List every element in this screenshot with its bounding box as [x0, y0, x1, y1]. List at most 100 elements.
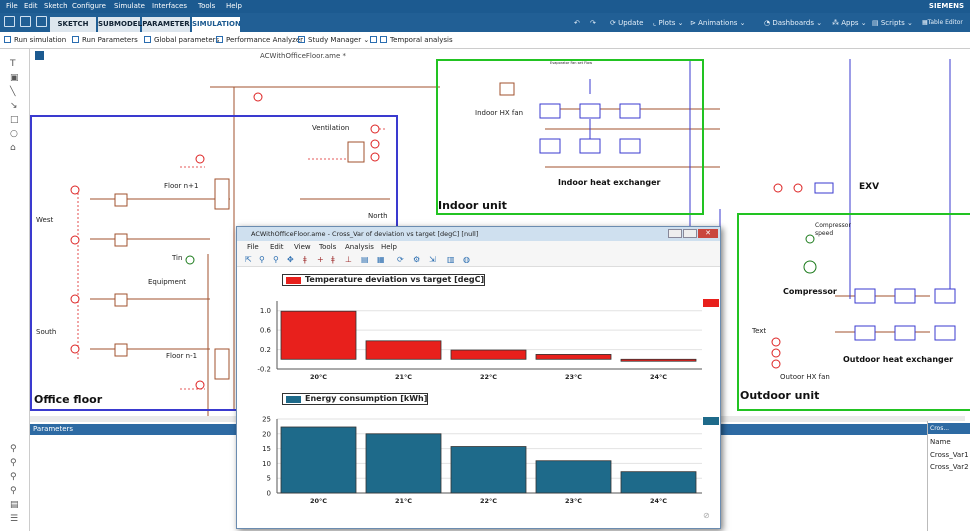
color-icon[interactable]: ◍	[463, 255, 470, 264]
performance-analyzer-button[interactable]: Performance Analyzer	[216, 36, 303, 44]
global-parameters-label: Global parameters	[154, 36, 220, 44]
menu-sketch[interactable]: Sketch	[44, 2, 68, 10]
update-button[interactable]: ⟳ Update	[610, 19, 643, 27]
zoom-out-plot-icon[interactable]: ⚲	[273, 255, 279, 264]
plot-menu-help[interactable]: Help	[381, 243, 397, 251]
close-button[interactable]: ✕	[698, 229, 718, 238]
floor-nm1-label: Floor n-1	[166, 352, 198, 360]
pan-icon[interactable]: ✥	[287, 255, 294, 264]
chart1-legend-label: Temperature deviation vs target [degC]	[305, 275, 485, 284]
save-icon[interactable]	[36, 16, 47, 27]
global-parameters-button[interactable]: Global parameters	[144, 36, 219, 44]
apps-button[interactable]: ⁂ Apps ⌄	[832, 19, 867, 27]
line-tool-icon[interactable]: ╲	[10, 88, 19, 97]
run-parameters-button[interactable]: Run Parameters	[72, 36, 138, 44]
zoom-out-icon[interactable]: ⚲	[10, 459, 19, 468]
new-file-icon[interactable]	[4, 16, 15, 27]
menu-edit[interactable]: Edit	[24, 2, 38, 10]
evaporator-tiny-label: Evaporator Fan set Flow	[550, 61, 593, 65]
shape-menu-icon[interactable]: ⌂	[10, 144, 19, 153]
scripts-button[interactable]: ▤ Scripts ⌄	[872, 19, 913, 27]
plot-window[interactable]: ACWithOfficeFloor.ame - Cross_Var of dev…	[236, 226, 721, 529]
animations-button[interactable]: ⊳ Animations ⌄	[690, 19, 746, 27]
signal-node-12	[793, 183, 803, 193]
x-tick-label: 21°C	[395, 373, 412, 381]
dashboards-label: Dashboards	[772, 19, 814, 27]
y-tick-label: 0.2	[260, 346, 271, 354]
measure-icon[interactable]: ǂ	[331, 255, 335, 264]
temperature-deviation-chart[interactable]: 1.0 0.6 0.2 -0.2 20°C 21°C 22°C 23°C 24°C	[237, 289, 722, 384]
menu-tools[interactable]: Tools	[198, 2, 215, 10]
plot-menu-analysis[interactable]: Analysis	[345, 243, 374, 251]
arrow-tool-icon[interactable]: ↘	[10, 102, 19, 111]
plot-menu-bar: File Edit View Tools Analysis Help	[237, 241, 720, 253]
ellipse-tool-icon[interactable]: ○	[10, 130, 19, 139]
menu-help[interactable]: Help	[226, 2, 242, 10]
x-tick-label: 23°C	[565, 373, 582, 381]
plot-menu-edit[interactable]: Edit	[270, 243, 284, 251]
list-view-icon[interactable]: ☰	[10, 515, 19, 524]
plot-menu-tools[interactable]: Tools	[319, 243, 336, 251]
temporal-analysis-button[interactable]: Temporal analysis	[370, 36, 453, 44]
level-icon[interactable]: ⊥	[345, 255, 352, 264]
add-cursor-icon[interactable]: +	[317, 255, 324, 264]
zoom-icon[interactable]: ⚲	[259, 255, 265, 264]
x-tick-label: 23°C	[565, 497, 582, 505]
menu-configure[interactable]: Configure	[72, 2, 106, 10]
siemens-logo: SIEMENS	[928, 2, 964, 10]
indoor-unit-title: Indoor unit	[438, 199, 507, 212]
bar	[365, 340, 442, 360]
outdoor-hx-fan-label: Outoor HX fan	[780, 373, 830, 381]
study-manager-button[interactable]: Study Manager ⌄	[298, 36, 369, 44]
table-editor-button[interactable]: ▦Table Editor	[922, 19, 963, 26]
minimize-button[interactable]	[668, 229, 682, 238]
performance-analyzer-label: Performance Analyzer	[226, 36, 304, 44]
plot-menu-file[interactable]: File	[247, 243, 259, 251]
maximize-button[interactable]	[683, 229, 697, 238]
histogram-icon[interactable]: ▥	[447, 255, 455, 264]
cross-var-row-1[interactable]: Cross_Var1	[930, 451, 969, 459]
menu-interfaces[interactable]: Interfaces	[152, 2, 187, 10]
print-icon[interactable]: ▤	[10, 501, 19, 510]
zoom-in-icon[interactable]: ⚲	[10, 445, 19, 454]
undo-icon[interactable]: ↶	[574, 19, 580, 27]
south-label: South	[36, 328, 57, 336]
dashboards-button[interactable]: ◔ Dashboards ⌄	[764, 19, 822, 27]
text-tool-icon[interactable]: T	[10, 60, 19, 69]
plots-button[interactable]: ⌞ Plots ⌄	[653, 19, 683, 27]
tab-parameter[interactable]: PARAMETER	[142, 17, 190, 32]
tab-submodel[interactable]: SUBMODEL	[98, 17, 142, 32]
refresh-icon[interactable]: ⟳	[397, 255, 404, 264]
image-tool-icon[interactable]: ▣	[10, 74, 19, 83]
run-simulation-button[interactable]: Run simulation	[4, 36, 66, 44]
plot-menu-view[interactable]: View	[294, 243, 311, 251]
bar	[450, 446, 527, 494]
series-marker	[703, 417, 719, 425]
tab-simulation[interactable]: SIMULATION	[192, 17, 241, 32]
open-file-icon[interactable]	[20, 16, 31, 27]
tab-sketch[interactable]: SKETCH	[50, 17, 96, 32]
rectangle-tool-icon[interactable]: □	[10, 116, 19, 125]
cross-var-row-2[interactable]: Cross_Var2	[930, 463, 969, 471]
settings-icon[interactable]: ⚙	[413, 255, 420, 264]
chart2-legend-label: Energy consumption [kWh]	[305, 394, 428, 403]
x-tick-label: 22°C	[480, 497, 497, 505]
y-tick-label: 15	[262, 445, 271, 453]
zoom-area-icon[interactable]: ⚲	[10, 487, 19, 496]
menu-file[interactable]: File	[6, 2, 18, 10]
export-icon[interactable]: ⇲	[429, 255, 436, 264]
indoor-unit-box[interactable]	[436, 59, 704, 215]
menu-simulate[interactable]: Simulate	[114, 2, 145, 10]
chart2-legend: Energy consumption [kWh]	[282, 393, 429, 405]
redo-icon[interactable]: ↷	[590, 19, 596, 27]
cursor-icon[interactable]: ǂ	[303, 255, 307, 264]
outdoor-heat-exchanger-label: Outdoor heat exchanger	[843, 355, 954, 364]
grid-icon[interactable]: ▦	[377, 255, 385, 264]
update-label: Update	[618, 19, 644, 27]
energy-consumption-chart[interactable]: 25 20 15 10 5 0 20°C 21°C 22°C 23°C 24°C	[237, 407, 722, 507]
layout-icon[interactable]: ▤	[361, 255, 369, 264]
select-icon[interactable]: ⇱	[245, 255, 252, 264]
parameters-icon	[72, 36, 79, 43]
zoom-fit-icon[interactable]: ⚲	[10, 473, 19, 482]
outdoor-unit-box[interactable]	[737, 213, 970, 411]
